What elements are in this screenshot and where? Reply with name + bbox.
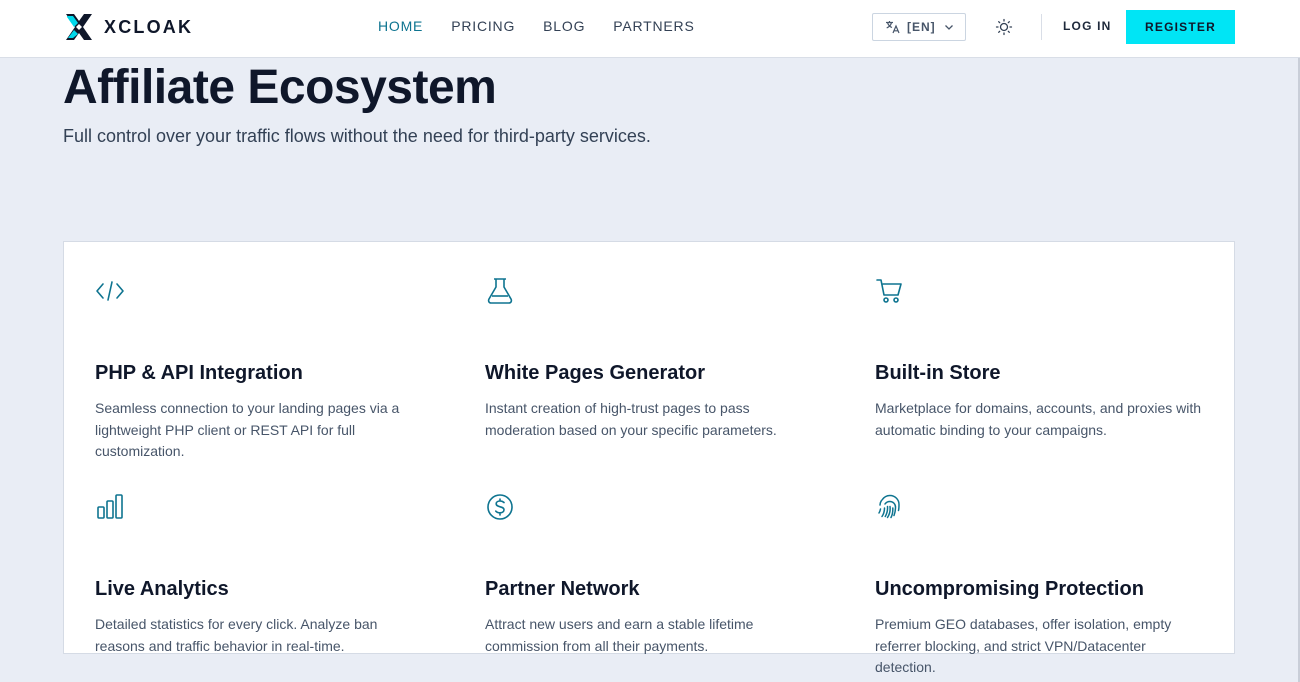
translate-icon xyxy=(886,21,900,34)
features-card: PHP & API Integration Seamless connectio… xyxy=(63,241,1235,675)
sun-icon xyxy=(995,18,1013,36)
code-icon xyxy=(95,276,125,306)
theme-toggle[interactable] xyxy=(993,16,1015,38)
feature-analytics: Live Analytics Detailed statistics for e… xyxy=(95,492,435,654)
page-subtitle: Full control over your traffic flows wit… xyxy=(63,126,651,146)
feature-description: Detailed statistics for every click. Ana… xyxy=(95,616,378,654)
feature-description: Seamless connection to your landing page… xyxy=(95,400,400,460)
feature-title: White Pages Generator xyxy=(485,362,706,384)
feature-title: Live Analytics xyxy=(95,578,229,600)
feature-description: Attract new users and earn a stable life… xyxy=(485,616,754,654)
login-link[interactable]: LOG IN xyxy=(1063,19,1112,33)
feature-php-api: PHP & API Integration Seamless connectio… xyxy=(95,276,435,459)
register-button[interactable]: REGISTER xyxy=(1126,10,1235,44)
feature-title: Partner Network xyxy=(485,578,640,600)
fingerprint-icon xyxy=(875,492,905,522)
nav-partners[interactable]: PARTNERS xyxy=(613,18,694,34)
feature-protection: Uncompromising Protection Premium GEO da… xyxy=(875,492,1215,675)
bar-chart-icon xyxy=(95,492,125,522)
nav-blog[interactable]: BLOG xyxy=(543,18,585,34)
flask-icon xyxy=(485,276,515,306)
xcloak-logo-icon xyxy=(66,14,92,40)
feature-description: Marketplace for domains, accounts, and p… xyxy=(875,400,1202,438)
nav-home[interactable]: HOME xyxy=(378,18,423,34)
feature-description: Premium GEO databases, offer isolation, … xyxy=(875,616,1172,676)
site-header: XCLOAK HOME PRICING BLOG PARTNERS [EN] L… xyxy=(0,0,1300,58)
nav-pricing[interactable]: PRICING xyxy=(451,18,515,34)
dollar-circle-icon xyxy=(485,492,515,522)
feature-title: Built-in Store xyxy=(875,362,1001,384)
feature-store: Built-in Store Marketplace for domains, … xyxy=(875,276,1215,438)
shopping-cart-icon xyxy=(875,276,905,306)
chevron-down-icon xyxy=(944,25,953,30)
page-title: Affiliate Ecosystem xyxy=(63,61,497,114)
feature-white-pages: White Pages Generator Instant creation o… xyxy=(485,276,825,438)
feature-description: Instant creation of high-trust pages to … xyxy=(485,400,777,438)
main-nav: HOME PRICING BLOG PARTNERS xyxy=(378,18,723,34)
brand-name: XCLOAK xyxy=(104,16,194,37)
feature-title: Uncompromising Protection xyxy=(875,578,1144,600)
language-label: [EN] xyxy=(907,20,936,34)
language-selector[interactable]: [EN] xyxy=(872,13,966,41)
feature-partner-network: Partner Network Attract new users and ea… xyxy=(485,492,825,654)
brand-logo[interactable]: XCLOAK xyxy=(64,11,193,43)
feature-title: PHP & API Integration xyxy=(95,362,303,384)
header-divider xyxy=(1041,14,1042,40)
